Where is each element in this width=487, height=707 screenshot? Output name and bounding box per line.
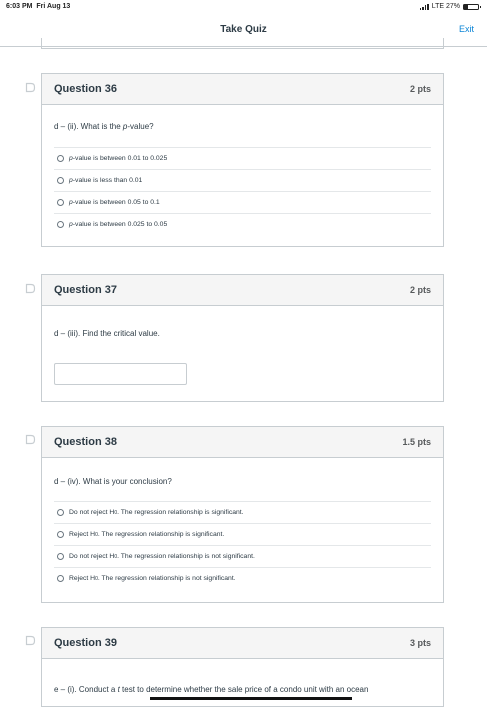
status-bar: 6:03 PM Fri Aug 13 LTE 27% (0, 0, 487, 14)
status-date: Fri Aug 13 (36, 3, 71, 10)
answer-option[interactable]: Do not reject H0. The regression relatio… (54, 501, 431, 523)
question-card-38: Question 38 1.5 pts d – (iv). What is yo… (41, 426, 444, 603)
question-title: Question 38 (54, 436, 117, 448)
question-prompt: e – (i). Conduct a t test to determine w… (54, 685, 369, 694)
page-title: Take Quiz (220, 24, 267, 35)
signal-icon (419, 3, 429, 10)
question-header: Question 39 3 pts (42, 628, 443, 659)
question-title: Question 37 (54, 284, 117, 296)
exit-button[interactable]: Exit (459, 24, 474, 34)
answer-option[interactable]: Reject H0. The regression relationship i… (54, 567, 431, 589)
radio-button[interactable] (57, 531, 64, 538)
flag-question-icon[interactable] (25, 283, 36, 294)
question-card-39: Question 39 3 pts e – (i). Conduct a t t… (41, 627, 444, 707)
question-header: Question 38 1.5 pts (42, 427, 443, 458)
question-points: 2 pts (409, 285, 431, 295)
answer-option[interactable]: p -value is between 0.01 to 0.025 (54, 147, 431, 169)
answer-option[interactable]: Do not reject H0. The regression relatio… (54, 545, 431, 567)
question-points: 3 pts (409, 638, 431, 648)
radio-button[interactable] (57, 177, 64, 184)
flag-question-icon[interactable] (25, 82, 36, 93)
question-prompt: d – (ii). What is the p-value? (54, 122, 154, 131)
question-title: Question 36 (54, 83, 117, 95)
question-prompt: d – (iv). What is your conclusion? (54, 477, 172, 486)
radio-button[interactable] (57, 155, 64, 162)
answer-option[interactable]: p -value is less than 0.01 (54, 169, 431, 191)
radio-button[interactable] (57, 575, 64, 582)
question-title: Question 39 (54, 637, 117, 649)
radio-button[interactable] (57, 509, 64, 516)
answer-option[interactable]: p -value is between 0.025 to 0.05 (54, 213, 431, 235)
answer-input[interactable] (54, 363, 187, 385)
question-card-36: Question 36 2 pts d – (ii). What is the … (41, 73, 444, 247)
answer-option[interactable]: p -value is between 0.05 to 0.1 (54, 191, 431, 213)
flag-question-icon[interactable] (25, 635, 36, 646)
status-time-text: 6:03 PM (6, 3, 33, 10)
network-label: LTE 27% (431, 3, 460, 10)
question-header: Question 37 2 pts (42, 275, 443, 306)
radio-button[interactable] (57, 553, 64, 560)
question-points: 1.5 pts (402, 437, 431, 447)
radio-button[interactable] (57, 221, 64, 228)
question-prompt: d – (iii). Find the critical value. (54, 329, 160, 338)
status-right: LTE 27% (419, 3, 481, 10)
question-points: 2 pts (409, 84, 431, 94)
previous-question-card (41, 38, 444, 49)
battery-icon (463, 3, 481, 10)
status-time: 6:03 PM Fri Aug 13 (6, 3, 70, 10)
answer-option[interactable]: Reject H0. The regression relationship i… (54, 523, 431, 545)
radio-button[interactable] (57, 199, 64, 206)
battery-fill (464, 4, 468, 9)
flag-question-icon[interactable] (25, 434, 36, 445)
question-header: Question 36 2 pts (42, 74, 443, 105)
question-card-37: Question 37 2 pts d – (iii). Find the cr… (41, 274, 444, 402)
